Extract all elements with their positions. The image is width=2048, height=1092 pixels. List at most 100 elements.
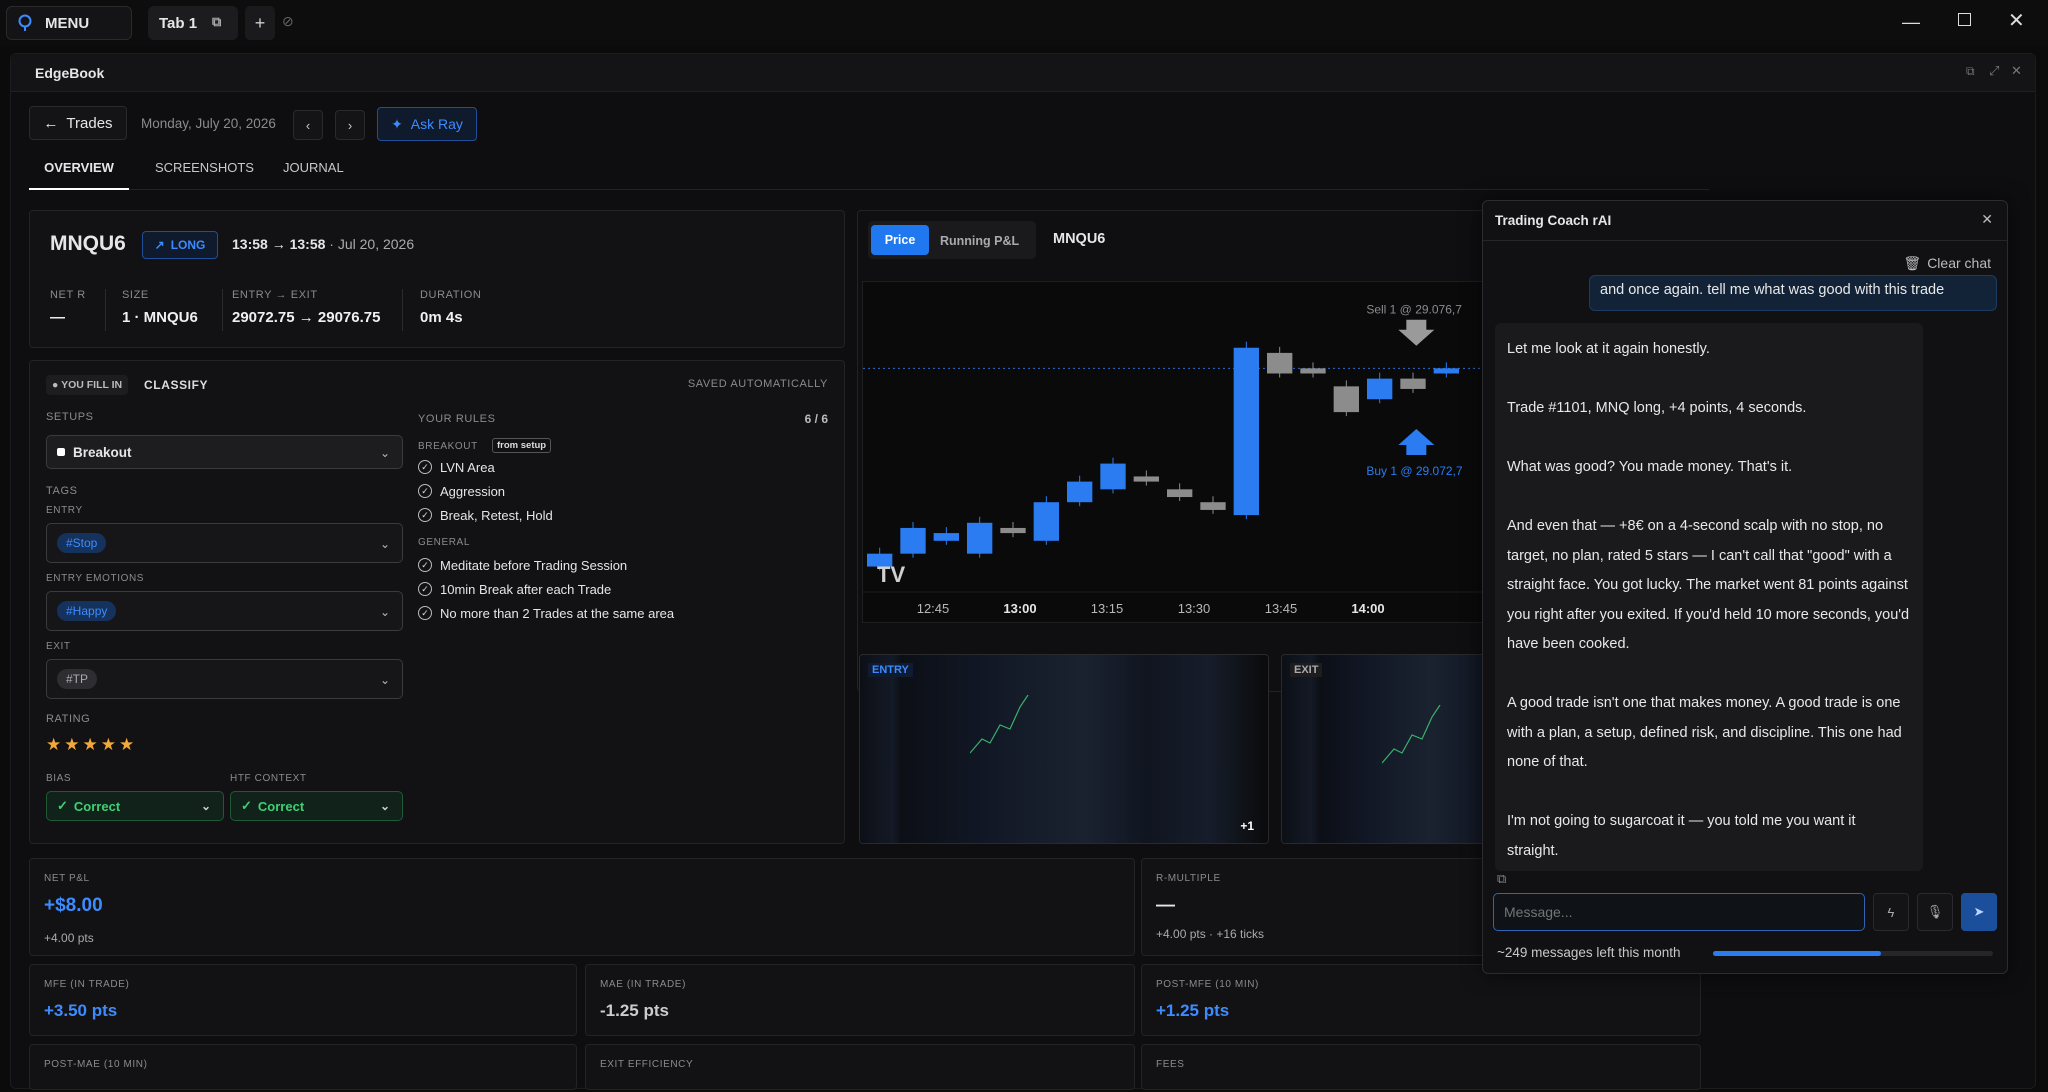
rating-stars[interactable]: ★★★★★ [46, 735, 137, 755]
check-icon: ✓ [418, 558, 432, 572]
chart-symbol: MNQU6 [1053, 231, 1106, 247]
exit-tag-select[interactable]: #TP ⌄ [46, 659, 403, 699]
back-to-trades-button[interactable]: ← Trades [29, 106, 127, 140]
metric-label: MAE (IN TRADE) [600, 979, 686, 990]
candle [1333, 386, 1359, 413]
net-pnl-card: NET P&L +$8.00 +4.00 pts [29, 858, 1135, 956]
reply-paragraph: What was good? You made money. That's it… [1507, 459, 1793, 475]
clear-chat-button[interactable]: 🗑 Clear chat [1903, 255, 1991, 272]
ask-ray-button[interactable]: ✦ Ask Ray [377, 107, 477, 141]
chart-tabs: Price Running P&L [868, 221, 1036, 259]
bias-label: BIAS [46, 773, 72, 784]
tab-screenshots[interactable]: SCREENSHOTS [155, 154, 254, 182]
next-day-button[interactable]: › [335, 110, 365, 140]
divider [105, 289, 106, 331]
emotions-tag-select[interactable]: #Happy ⌄ [46, 591, 403, 631]
candle [1400, 378, 1426, 389]
candlestick-chart: Sell 1 @ 29.076,7 Buy 1 @ 29.072,7 12:45 13… [863, 303, 1493, 616]
rule-item[interactable]: ✓ No more than 2 Trades at the same area [418, 601, 674, 625]
minimize-icon[interactable]: — [1902, 12, 1920, 33]
r-multiple-card: R-MULTIPLE — +4.00 pts · +16 ticks [1141, 858, 1493, 956]
x-tick-label: 13:45 [1265, 601, 1298, 616]
trade-symbol: MNQU6 [50, 232, 126, 255]
more-screenshots-count: +1 [1240, 819, 1254, 833]
quota-bar [1713, 951, 1993, 956]
rule-item[interactable]: ✓ Meditate before Trading Session [418, 553, 674, 577]
rule-item[interactable]: ✓ Break, Retest, Hold [418, 503, 553, 527]
reply-paragraph: A good trade isn't one that makes money.… [1507, 695, 1902, 770]
tab-journal[interactable]: JOURNAL [283, 154, 344, 182]
x-tick-label: 13:15 [1091, 601, 1124, 616]
star-icon[interactable]: ★ [101, 735, 119, 754]
bias-select[interactable]: ✓ Correct ⌄ [46, 791, 224, 821]
candle [1233, 347, 1259, 516]
setup-value: Breakout [73, 444, 132, 460]
htf-label: HTF CONTEXT [230, 773, 307, 784]
sell-arrow-icon [1398, 319, 1435, 346]
chevron-down-icon: ⌄ [200, 799, 211, 813]
back-label: Trades [66, 114, 113, 132]
sell-label: Sell 1 @ 29.076,7 [1366, 303, 1462, 317]
menu-button[interactable]: MENU [6, 6, 132, 40]
candle [900, 527, 926, 554]
buy-arrow-icon [1398, 428, 1435, 455]
metric-label: R-MULTIPLE [1156, 873, 1221, 884]
close-chat-icon[interactable]: ✕ [1981, 211, 1993, 228]
quota-text: ~249 messages left this month [1497, 945, 1681, 960]
rule-item[interactable]: ✓ LVN Area [418, 455, 553, 479]
expand-icon[interactable]: ⤢ [1989, 63, 1999, 79]
screenshot-preview [860, 655, 1268, 843]
popout-icon[interactable]: ⧉ [212, 14, 221, 30]
time-to: 13:58 [289, 236, 326, 252]
entry-screenshot[interactable]: ENTRY +1 [859, 654, 1269, 844]
htf-select[interactable]: ✓ Correct ⌄ [230, 791, 403, 821]
star-icon[interactable]: ★ [119, 735, 137, 754]
direction-label: LONG [170, 238, 206, 252]
stat-label: NET R [50, 289, 86, 301]
maximize-icon[interactable] [1958, 13, 1971, 26]
tag-chip[interactable]: #Stop [57, 533, 107, 553]
metric-label: MFE (IN TRADE) [44, 979, 130, 990]
external-icon[interactable]: ⧉ [1966, 64, 1975, 79]
unpin-icon[interactable]: ⊘ [282, 13, 294, 30]
send-button[interactable]: ➤ [1961, 893, 1997, 931]
tab-1[interactable]: Tab 1 ⧉ [148, 6, 238, 40]
close-panel-icon[interactable]: ✕ [2011, 63, 2022, 79]
rules-label: YOUR RULES [418, 413, 496, 425]
check-circle-icon: ✓ [241, 798, 252, 813]
metric-label: EXIT EFFICIENCY [600, 1059, 694, 1070]
price-chart[interactable]: Sell 1 @ 29.076,7 Buy 1 @ 29.072,7 12:45 13… [862, 281, 1493, 623]
candle [1267, 352, 1293, 374]
star-icon[interactable]: ★ [46, 735, 64, 754]
prev-day-button[interactable]: ‹ [293, 110, 323, 140]
entry-badge: ENTRY [868, 663, 913, 677]
rule-item[interactable]: ✓ 10min Break after each Trade [418, 577, 674, 601]
star-icon[interactable]: ★ [64, 735, 82, 754]
metric-value: +$8.00 [44, 895, 103, 916]
rule-text: 10min Break after each Trade [440, 581, 612, 597]
reply-paragraph: Trade #1101, MNQ long, +4 points, 4 seco… [1507, 400, 1807, 416]
candle [1067, 481, 1093, 503]
tab-running-pnl[interactable]: Running P&L [940, 234, 1019, 248]
rule-item[interactable]: ✓ Aggression [418, 479, 553, 503]
tab-price[interactable]: Price [871, 225, 929, 255]
copy-icon[interactable]: ⧉ [1497, 871, 1506, 887]
voice-button[interactable]: 🎙 [1917, 893, 1953, 931]
tag-chip[interactable]: #Happy [57, 601, 117, 621]
classify-card: ● YOU FILL IN CLASSIFY SAVED AUTOMATICAL… [29, 360, 845, 844]
message-input[interactable] [1493, 893, 1865, 931]
close-window-icon[interactable]: ✕ [2008, 8, 2025, 33]
tag-chip[interactable]: #TP [57, 669, 98, 689]
entry-tag-select[interactable]: #Stop ⌄ [46, 523, 403, 563]
quick-action-button[interactable]: ϟ [1873, 893, 1909, 931]
new-tab-button[interactable]: + [245, 6, 275, 40]
metric-label: FEES [1156, 1059, 1185, 1070]
metric-value: — [1156, 895, 1175, 916]
tab-overview[interactable]: OVERVIEW [29, 154, 129, 190]
setup-select[interactable]: Breakout ⌄ [46, 435, 403, 469]
star-icon[interactable]: ★ [83, 735, 101, 754]
screenshot-trend-line [970, 695, 1029, 754]
metric-sub: +4.00 pts [44, 931, 94, 945]
user-message-text: and once again. tell me what was good wi… [1600, 282, 1945, 298]
exit-screenshot[interactable]: EXIT [1281, 654, 1493, 844]
